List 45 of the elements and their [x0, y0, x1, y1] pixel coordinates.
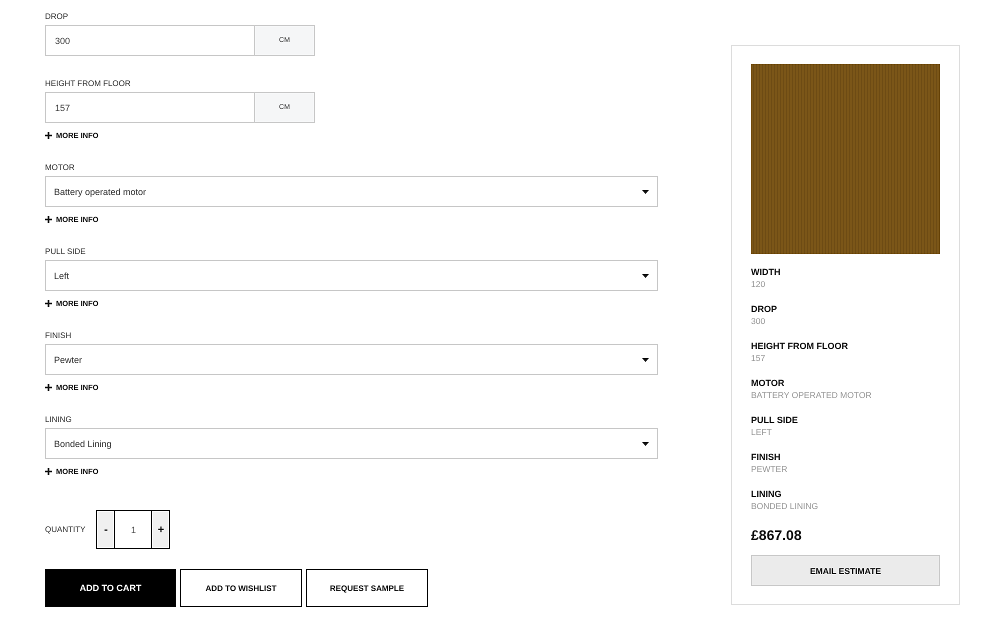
select-dropdown[interactable]: Pewter	[45, 344, 658, 375]
select-dropdown[interactable]: Bonded Lining	[45, 428, 658, 459]
field-label: HEIGHT FROM FLOOR	[45, 78, 131, 90]
caret-icon	[642, 358, 649, 362]
select-value: Bonded Lining	[54, 438, 112, 448]
select-dropdown[interactable]: Left	[45, 260, 658, 291]
caret-icon	[642, 190, 649, 194]
spec-value: BONDED LINING	[751, 500, 818, 513]
caret-icon	[642, 442, 649, 446]
field-label: MOTOR	[45, 162, 75, 174]
quantity-label: QUANTITY	[45, 525, 86, 534]
spec-label: PULL SIDE	[751, 414, 798, 426]
field-label: LINING	[45, 414, 72, 426]
spec-label: MOTOR	[751, 377, 784, 389]
spec-label: LINING	[751, 488, 782, 500]
spec-value: 120	[751, 278, 766, 291]
action-button[interactable]: REQUEST SAMPLE	[306, 569, 428, 607]
plus-icon	[45, 468, 52, 475]
caret-icon	[642, 274, 649, 278]
spec-label: WIDTH	[751, 266, 780, 278]
select-value: Battery operated motor	[54, 186, 146, 196]
spec-value: PEWTER	[751, 463, 788, 476]
plus-icon	[45, 384, 52, 391]
select-value: Left	[54, 270, 70, 280]
select-dropdown[interactable]: Battery operated motor	[45, 176, 658, 207]
add-to-cart-button[interactable]: ADD TO CART	[45, 569, 176, 607]
plus-icon	[45, 300, 52, 307]
spec-label: DROP	[751, 303, 778, 315]
spec-value: BATTERY OPERATED MOTOR	[751, 389, 872, 402]
decrement-button[interactable]: -	[97, 511, 114, 548]
plus-icon	[45, 132, 52, 139]
spec-value: LEFT	[751, 426, 772, 439]
plus-icon	[45, 216, 52, 223]
field-label: FINISH	[45, 330, 72, 342]
spec-label: FINISH	[751, 451, 781, 463]
spec-value: 300	[751, 315, 766, 328]
increment-button[interactable]: +	[152, 511, 170, 548]
spec-label: HEIGHT FROM FLOOR	[751, 340, 848, 352]
field-label: DROP	[45, 11, 68, 23]
email-estimate-button[interactable]: EMAIL ESTIMATE	[751, 555, 940, 586]
action-button[interactable]: ADD TO WISHLIST	[180, 569, 302, 607]
price: £867.08	[751, 527, 802, 543]
select-value: Pewter	[54, 354, 82, 364]
field-label: PULL SIDE	[45, 246, 86, 258]
spec-value: 157	[751, 352, 766, 365]
